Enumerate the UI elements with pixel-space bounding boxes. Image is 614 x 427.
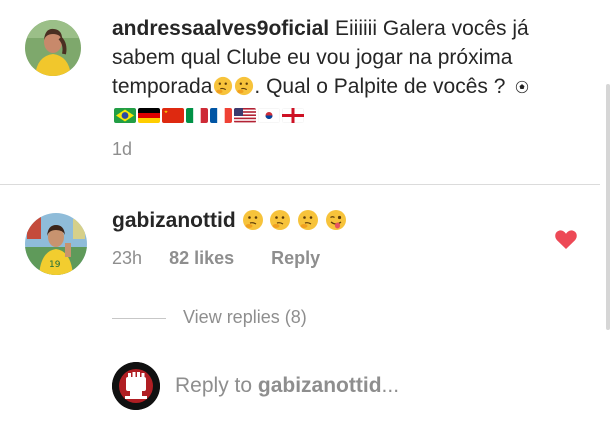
- reply-emoji-row: [242, 209, 348, 232]
- soccer-ball-icon: [516, 80, 529, 94]
- reply-likes-count[interactable]: 82 likes: [169, 248, 234, 269]
- reply-button[interactable]: Reply: [271, 248, 320, 269]
- reply-avatar[interactable]: 19: [25, 213, 87, 275]
- italy-flag-icon: [186, 108, 208, 123]
- brazil-flag-icon: [114, 108, 136, 123]
- divider: [0, 184, 600, 185]
- france-flag-icon: [210, 108, 232, 123]
- reply-meta: 23h 82 likes Reply: [112, 248, 320, 269]
- view-replies-line: [112, 318, 166, 319]
- thinking-face-icon: [213, 75, 233, 96]
- post-caption-tail: . Qual o Palpite de vocês ?: [254, 75, 512, 98]
- germany-flag-icon: [138, 108, 160, 123]
- thinking-face-icon: [270, 210, 291, 230]
- avatar[interactable]: [25, 20, 81, 76]
- china-flag-icon: [162, 108, 184, 123]
- post-timestamp: 1d: [112, 139, 133, 159]
- reply-comment: gabizanottid: [112, 206, 347, 235]
- view-replies-button[interactable]: View replies (8): [183, 307, 307, 328]
- reply-input-prefix: Reply to: [175, 374, 258, 397]
- thinking-face-icon: [242, 210, 263, 230]
- scrollbar[interactable]: [606, 84, 610, 330]
- post-caption: andressaalves9oficial Eiiiiii Galera voc…: [112, 14, 552, 130]
- winking-tongue-face-icon: [326, 210, 347, 230]
- svg-text:19: 19: [49, 260, 61, 270]
- reply-username[interactable]: gabizanottid: [112, 209, 236, 232]
- thinking-face-icon: [234, 75, 254, 96]
- reply-input[interactable]: Reply to gabizanottid...: [175, 374, 399, 398]
- usa-flag-icon: [234, 108, 256, 123]
- reply-timestamp: 23h: [112, 248, 143, 268]
- england-flag-icon: [282, 108, 304, 123]
- thinking-face-icon: [298, 210, 319, 230]
- reply-input-target: gabizanottid: [257, 374, 382, 397]
- post-username[interactable]: andressaalves9oficial: [112, 17, 329, 40]
- my-avatar: [112, 362, 160, 410]
- south-korea-flag-icon: [258, 108, 280, 123]
- heart-icon[interactable]: [554, 228, 578, 250]
- reply-input-suffix: ...: [381, 374, 400, 397]
